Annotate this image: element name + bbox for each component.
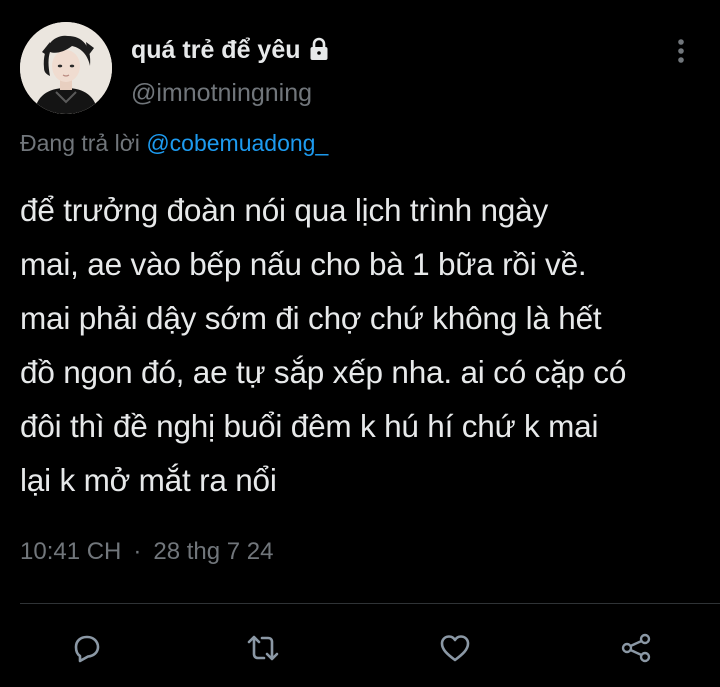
tweet-date: 28 thg 7 24 xyxy=(153,538,274,565)
heart-icon xyxy=(440,635,470,662)
like-button[interactable] xyxy=(431,624,479,672)
more-options-button[interactable] xyxy=(668,34,694,68)
share-icon xyxy=(621,633,651,663)
tweet-time: 10:41 CH xyxy=(20,538,122,565)
tweet-text: để trưởng đoàn nói qua lịch trình ngày m… xyxy=(20,192,627,498)
author-name-row[interactable]: quá trẻ để yêu xyxy=(131,33,329,67)
separator-dot: · xyxy=(133,538,142,565)
share-button[interactable] xyxy=(612,624,660,672)
lock-icon xyxy=(309,37,329,61)
divider xyxy=(20,603,720,604)
author-handle[interactable]: @imnotningning xyxy=(131,79,312,108)
tweet-timestamp[interactable]: 10:41 CH · 28 thg 7 24 xyxy=(20,538,274,566)
avatar[interactable] xyxy=(20,22,112,114)
reply-button[interactable] xyxy=(62,624,110,672)
avatar-photo xyxy=(20,22,112,114)
reply-icon xyxy=(74,635,100,663)
retweet-button[interactable] xyxy=(239,624,287,672)
replying-to-handle[interactable]: @cobemuadong_ xyxy=(146,130,328,156)
replying-to-line: Đang trả lời @cobemuadong_ xyxy=(20,130,328,157)
display-name[interactable]: quá trẻ để yêu xyxy=(131,36,301,65)
more-vertical-icon xyxy=(678,39,684,63)
replying-to-label: Đang trả lời xyxy=(20,130,147,156)
retweet-icon xyxy=(247,635,279,661)
